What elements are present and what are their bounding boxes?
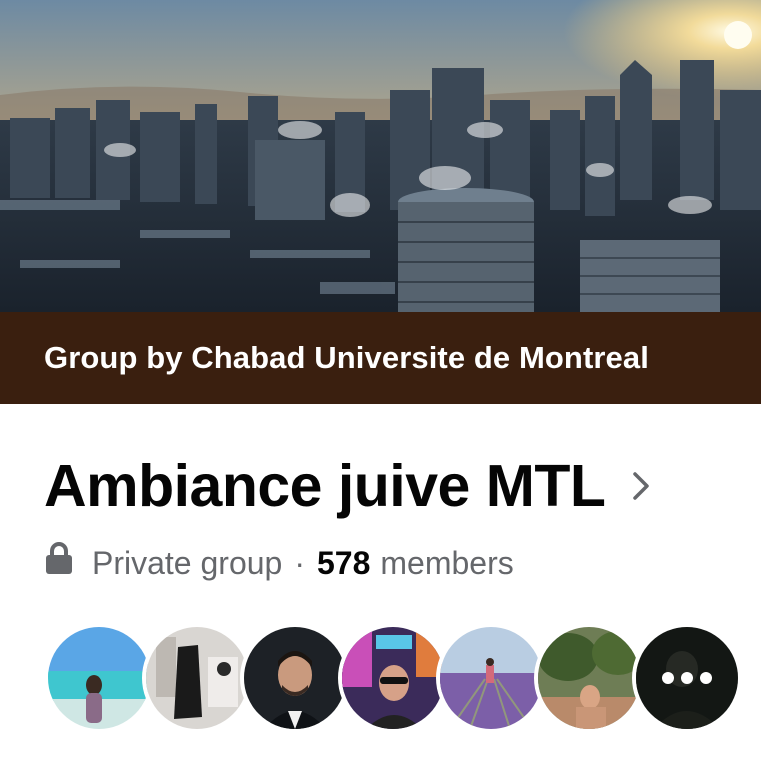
group-cover-photo[interactable]	[0, 0, 761, 312]
member-avatar-garden[interactable]	[534, 623, 644, 733]
group-meta: Private group · 578 members	[44, 538, 514, 588]
members-label: members	[380, 544, 514, 581]
group-name-link[interactable]: Ambiance juive MTL	[44, 446, 651, 526]
group-owner-text: Group by Chabad Universite de Montreal	[44, 340, 649, 375]
lock-icon	[44, 541, 74, 583]
member-avatar-lavender[interactable]	[436, 623, 546, 733]
member-avatars[interactable]	[44, 623, 744, 733]
more-members-icon	[636, 627, 738, 729]
member-avatar-portrait[interactable]	[240, 623, 350, 733]
chevron-right-icon	[631, 470, 651, 507]
privacy-label: Private group	[92, 544, 283, 581]
member-avatar-beach[interactable]	[44, 623, 154, 733]
group-owner-banner[interactable]: Group by Chabad Universite de Montreal	[0, 312, 761, 404]
member-avatar-arcade[interactable]	[338, 623, 448, 733]
meta-separator: ·	[294, 544, 305, 581]
member-avatar-boutique[interactable]	[142, 623, 252, 733]
member-avatar-more[interactable]	[632, 623, 742, 733]
city-skyline-cover-photo	[0, 0, 761, 312]
member-count: 578	[316, 544, 371, 581]
group-name: Ambiance juive MTL	[44, 453, 606, 519]
